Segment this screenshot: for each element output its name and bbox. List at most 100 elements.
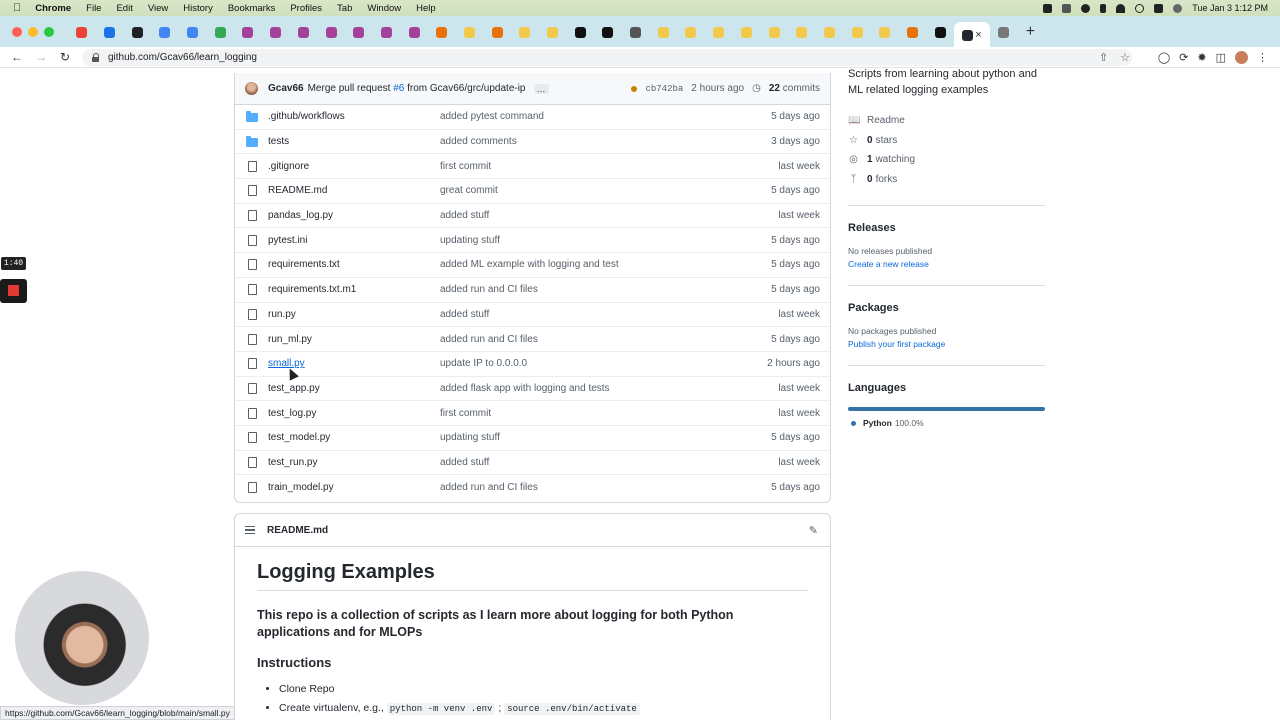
browser-tab[interactable]	[483, 21, 511, 43]
close-window-button[interactable]	[12, 27, 22, 37]
file-commit-message[interactable]: update IP to 0.0.0.0	[440, 358, 527, 369]
minimize-window-button[interactable]	[28, 27, 38, 37]
status-app-icon[interactable]	[1062, 3, 1072, 13]
file-commit-message[interactable]: added run and CI files	[440, 334, 538, 345]
control-center-icon[interactable]	[1154, 3, 1164, 13]
menu-file[interactable]: File	[86, 3, 101, 14]
menu-app-name[interactable]: Chrome	[35, 3, 71, 14]
browser-tab[interactable]	[96, 21, 124, 43]
file-row[interactable]: test_model.py updating stuff 5 days ago	[235, 426, 830, 451]
search-icon[interactable]	[1135, 3, 1145, 13]
watching-link[interactable]: ◎ 1 watching	[848, 150, 1045, 170]
menu-profiles[interactable]: Profiles	[290, 3, 322, 14]
wifi-icon[interactable]	[1116, 3, 1126, 13]
file-commit-message[interactable]: great commit	[440, 185, 498, 196]
file-row[interactable]: run_ml.py added run and CI files 5 days ag…	[235, 327, 830, 352]
browser-tab[interactable]	[733, 21, 761, 43]
browser-tab[interactable]	[400, 21, 428, 43]
browser-tab[interactable]	[317, 21, 345, 43]
readme-link[interactable]: 📖 Readme	[848, 111, 1045, 131]
file-row[interactable]: .gitignore first commit last week	[235, 154, 830, 180]
bluetooth-icon[interactable]	[1100, 3, 1107, 13]
outline-list-icon[interactable]	[245, 526, 255, 534]
commit-sha[interactable]: cb742ba	[645, 84, 683, 94]
extension-icon-2[interactable]: ⟳	[1179, 51, 1188, 64]
file-row[interactable]: pytest.ini updating stuff 5 days ago	[235, 228, 830, 254]
menu-view[interactable]: View	[148, 3, 168, 14]
file-name-link[interactable]: test_log.py	[268, 408, 440, 419]
file-row[interactable]: pandas_log.py added stuff last week	[235, 204, 830, 229]
browser-tab[interactable]	[428, 21, 456, 43]
browser-tab[interactable]	[677, 21, 705, 43]
gear-icon[interactable]	[1081, 3, 1091, 13]
file-name-link[interactable]: .gitignore	[268, 161, 440, 172]
file-row[interactable]: README.md great commit 5 days ago	[235, 179, 830, 204]
browser-tab[interactable]	[871, 21, 899, 43]
language-item[interactable]: Python 100.0%	[848, 418, 1045, 428]
browser-tab[interactable]	[594, 21, 622, 43]
edit-pencil-icon[interactable]: ✎	[809, 524, 818, 537]
file-name-link[interactable]: pandas_log.py	[268, 210, 440, 221]
file-row[interactable]: small.py update IP to 0.0.0.0 2 hours ago	[235, 352, 830, 377]
browser-tab[interactable]	[456, 21, 484, 43]
active-browser-tab[interactable]: ×	[954, 22, 990, 48]
commits-link[interactable]: 22 commits	[769, 83, 820, 94]
forks-link[interactable]: ᛉ 0 forks	[848, 170, 1045, 190]
file-name-link[interactable]: pytest.ini	[268, 235, 440, 246]
browser-tab[interactable]	[151, 21, 179, 43]
file-commit-message[interactable]: added stuff	[440, 309, 489, 320]
lock-icon[interactable]	[92, 52, 100, 62]
browser-tab[interactable]	[622, 21, 650, 43]
file-name-link[interactable]: test_run.py	[268, 457, 440, 468]
share-icon[interactable]: ⇧	[1099, 51, 1108, 64]
browser-tab[interactable]	[926, 21, 954, 43]
pull-request-link[interactable]: #6	[393, 83, 404, 94]
browser-tab[interactable]	[705, 21, 733, 43]
new-tab-button[interactable]: +	[1026, 23, 1035, 41]
file-row[interactable]: tests added comments 3 days ago	[235, 130, 830, 155]
menu-tab[interactable]: Tab	[337, 3, 352, 14]
releases-heading[interactable]: Releases	[848, 222, 1045, 234]
packages-heading[interactable]: Packages	[848, 302, 1045, 314]
back-icon[interactable]: ←	[10, 50, 24, 64]
siri-icon[interactable]	[1173, 3, 1183, 13]
file-row[interactable]: train_model.py added run and CI files 5 da…	[235, 475, 830, 500]
close-tab-icon[interactable]: ×	[975, 29, 981, 41]
file-commit-message[interactable]: added stuff	[440, 457, 489, 468]
bookmark-star-icon[interactable]: ☆	[1120, 51, 1130, 64]
browser-tab[interactable]	[290, 21, 318, 43]
commit-expand-button[interactable]: …	[533, 83, 549, 94]
browser-tab[interactable]	[990, 21, 1018, 43]
browser-tab[interactable]	[566, 21, 594, 43]
commit-message-prefix[interactable]: Merge pull request	[308, 83, 391, 94]
more-menu-icon[interactable]: ⋮	[1257, 51, 1268, 64]
browser-tab[interactable]	[816, 21, 844, 43]
file-row[interactable]: .github/workflows added pytest command 5 d…	[235, 105, 830, 130]
commit-author-avatar[interactable]	[245, 82, 258, 95]
browser-tab[interactable]	[179, 21, 207, 43]
publish-package-link[interactable]: Publish your first package	[848, 339, 1045, 349]
browser-tab[interactable]	[345, 21, 373, 43]
apple-icon[interactable]: 	[13, 2, 21, 14]
file-commit-message[interactable]: added pytest command	[440, 111, 544, 122]
side-panel-icon[interactable]: ◫	[1216, 51, 1226, 64]
profile-avatar[interactable]	[1235, 50, 1248, 64]
menu-clock[interactable]: Tue Jan 3 1:12 PM	[1192, 3, 1268, 13]
menu-history[interactable]: History	[183, 3, 213, 14]
file-commit-message[interactable]: updating stuff	[440, 432, 500, 443]
browser-tab[interactable]	[123, 21, 151, 43]
file-row[interactable]: test_app.py added flask app with logging …	[235, 377, 830, 402]
file-commit-message[interactable]: added run and CI files	[440, 482, 538, 493]
file-name-link[interactable]: train_model.py	[268, 482, 440, 493]
stars-link[interactable]: ☆ 0 stars	[848, 131, 1045, 151]
browser-tab[interactable]	[373, 21, 401, 43]
file-name-link[interactable]: test_model.py	[268, 432, 440, 443]
menu-help[interactable]: Help	[416, 3, 436, 14]
file-row[interactable]: requirements.txt added ML example with lo…	[235, 253, 830, 278]
extension-icon[interactable]: ◯	[1158, 51, 1170, 64]
url-text[interactable]: github.com/Gcav66/learn_logging	[108, 52, 257, 63]
commit-time[interactable]: 2 hours ago	[691, 83, 744, 94]
file-commit-message[interactable]: first commit	[440, 408, 491, 419]
file-commit-message[interactable]: added stuff	[440, 210, 489, 221]
file-commit-message[interactable]: added flask app with logging and tests	[440, 383, 610, 394]
